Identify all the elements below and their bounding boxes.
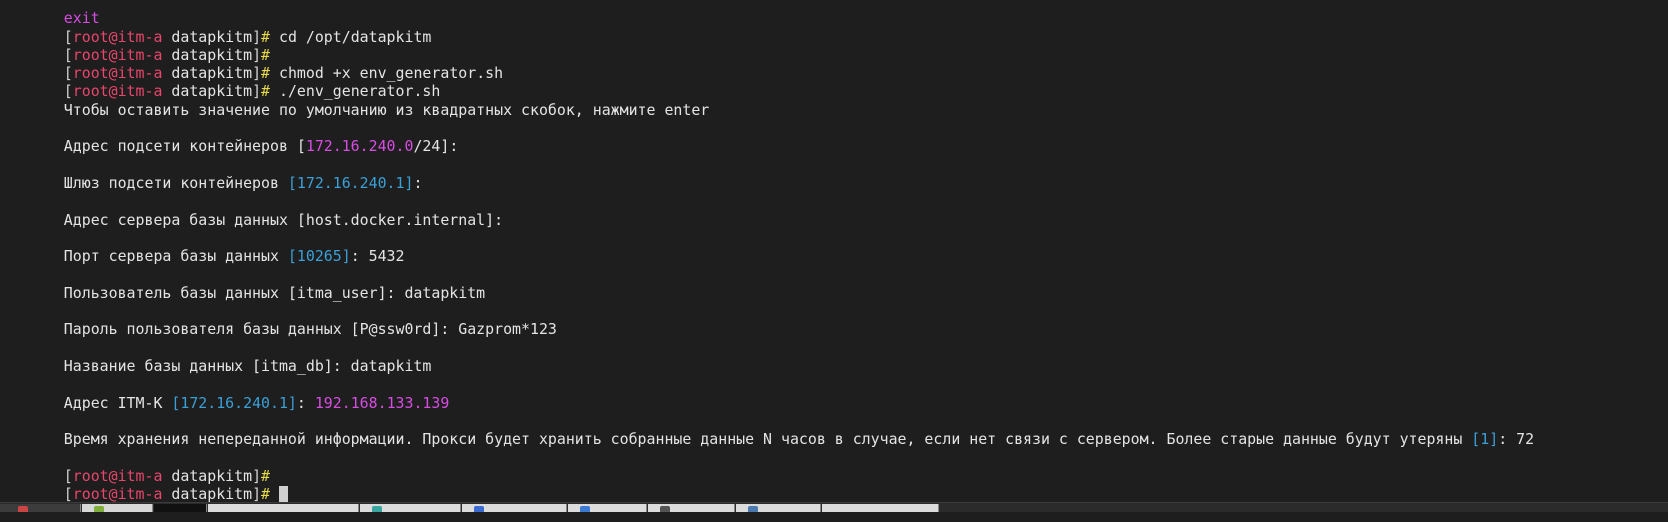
prompt-user-host: root@itm-a xyxy=(72,466,163,485)
question-text: Пароль пользователя базы данных [P@ssw0r… xyxy=(63,320,557,339)
question-label: Порт сервера базы данных xyxy=(63,247,288,266)
command-text: ./env_generator.sh xyxy=(270,82,441,101)
prompt-dir: datapkitm xyxy=(171,64,253,83)
question-subnet: Адрес подсети контейнеров [172.16.240.0/… xyxy=(10,119,1668,155)
prompt-open-bracket: [ xyxy=(63,82,73,101)
command-text: cd /opt/datapkitm xyxy=(270,27,432,46)
terminal-line-prompt: [root@itm-a datapkitm]# cd /opt/datapkit… xyxy=(10,9,1668,46)
app-2-icon xyxy=(94,506,104,512)
answer-value: 72 xyxy=(1516,430,1535,449)
question-db-password: Пароль пользователя базы данных [P@ssw0r… xyxy=(10,302,1668,338)
question-end: : xyxy=(350,247,369,266)
prompt-open-bracket: [ xyxy=(63,27,73,46)
question-retention: Время хранения непереданной информации. … xyxy=(10,412,1668,448)
question-text: Название базы данных [itma_db]: datapkit… xyxy=(63,356,432,375)
terminal-output: exit [root@itm-a datapkitm]# cd /opt/dat… xyxy=(10,0,1668,503)
question-end: : xyxy=(1498,430,1517,449)
question-end: ]: xyxy=(440,137,459,156)
terminal-window[interactable]: exit [root@itm-a datapkitm]# cd /opt/dat… xyxy=(0,0,1668,503)
prompt-user-host: root@itm-a xyxy=(72,45,163,64)
prompt-user-host: root@itm-a xyxy=(72,64,163,83)
app-5-icon xyxy=(372,506,382,512)
question-label: Время хранения непереданной информации. … xyxy=(63,430,1472,449)
subnet-mask: /24 xyxy=(413,137,441,156)
prompt-open-bracket: [ xyxy=(63,64,73,83)
prompt-hash: # xyxy=(261,64,271,83)
terminal-line-exit: exit xyxy=(10,0,1668,27)
intro-text: Чтобы оставить значение по умолчанию из … xyxy=(63,100,710,119)
subnet-ip: 172.16.240.0 xyxy=(305,137,414,156)
prompt-hash: # xyxy=(261,27,271,46)
prompt-close-bracket: ] xyxy=(252,45,262,64)
prompt-hash: # xyxy=(261,82,271,101)
default-value: [1] xyxy=(1471,430,1499,449)
answer-ip: 192.168.133.139 xyxy=(314,393,450,412)
prompt-hash: # xyxy=(261,466,271,485)
app-8-icon xyxy=(660,506,670,512)
prompt-user-host: root@itm-a xyxy=(72,82,163,101)
prompt-dir: datapkitm xyxy=(171,45,253,64)
question-end: : xyxy=(296,393,315,412)
question-text: Адрес сервера базы данных [host.docker.i… xyxy=(63,210,504,229)
prompt-open-bracket: [ xyxy=(63,485,73,504)
question-label: Адрес подсети контейнеров [ xyxy=(63,137,306,156)
prompt-user-host: root@itm-a xyxy=(72,485,163,504)
question-text: Пользователь базы данных [itma_user]: da… xyxy=(63,283,486,302)
default-value: [172.16.240.1] xyxy=(171,393,297,412)
question-label: Адрес ITM-K xyxy=(63,393,172,412)
app-9-icon xyxy=(748,506,758,512)
prompt-open-bracket: [ xyxy=(63,45,73,64)
default-value: [172.16.240.1] xyxy=(287,173,414,192)
app-6-icon xyxy=(474,506,484,512)
question-db-host: Адрес сервера базы данных [host.docker.i… xyxy=(10,192,1668,229)
prompt-dir: datapkitm xyxy=(171,466,253,485)
prompt-user-host: root@itm-a xyxy=(72,27,163,46)
question-db-name: Название базы данных [itma_db]: datapkit… xyxy=(10,339,1668,375)
question-db-port: Порт сервера базы данных [10265]: 5432 xyxy=(10,229,1668,265)
prompt-close-bracket: ] xyxy=(252,64,262,83)
question-label: Шлюз подсети контейнеров xyxy=(63,173,288,192)
prompt-close-bracket: ] xyxy=(252,82,262,101)
prompt-dir: datapkitm xyxy=(171,82,253,101)
question-gateway: Шлюз подсети контейнеров [172.16.240.1]: xyxy=(10,156,1668,192)
terminal-line-prompt: [root@itm-a datapkitm]# xyxy=(10,448,1668,485)
prompt-dir: datapkitm xyxy=(171,27,253,46)
prompt-hash: # xyxy=(261,485,271,504)
prompt-close-bracket: ] xyxy=(252,27,262,46)
question-db-user: Пользователь базы данных [itma_user]: da… xyxy=(10,265,1668,302)
default-value: [10265] xyxy=(287,247,351,266)
question-end: : xyxy=(413,173,423,192)
prompt-hash: # xyxy=(261,45,271,64)
question-itm-k: Адрес ITM-K [172.16.240.1]: 192.168.133.… xyxy=(10,375,1668,412)
exit-text: exit xyxy=(63,9,100,28)
prompt-close-bracket: ] xyxy=(252,485,262,504)
app-7-icon xyxy=(580,506,590,512)
prompt-dir: datapkitm xyxy=(171,485,253,504)
answer-value: 5432 xyxy=(368,247,405,266)
text-cursor[interactable] xyxy=(278,486,288,503)
prompt-open-bracket: [ xyxy=(63,466,73,485)
app-1-icon xyxy=(18,506,28,512)
prompt-close-bracket: ] xyxy=(252,466,262,485)
command-text: chmod +x env_generator.sh xyxy=(270,64,504,83)
